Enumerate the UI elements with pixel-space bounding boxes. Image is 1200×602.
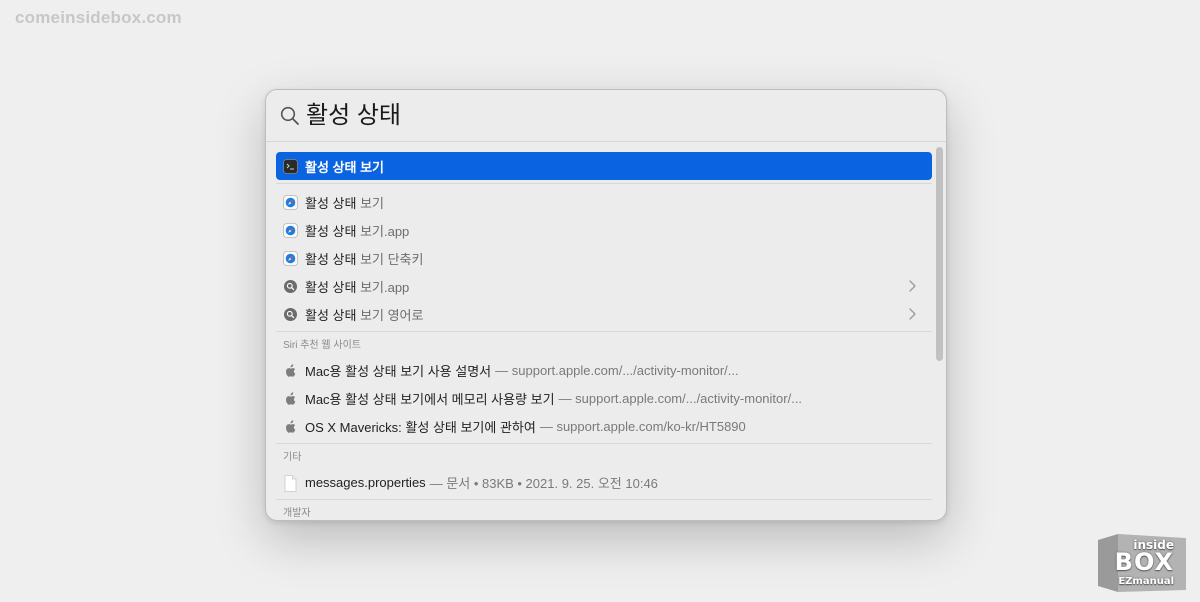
result-item-label: 활성 상태 — [305, 279, 357, 295]
result-item-label: 활성 상태 — [305, 223, 357, 239]
siri-suggestion-item-detail: — support.apple.com/.../activity-monitor… — [558, 390, 803, 406]
siri-suggestion-item-detail: — support.apple.com/ko-kr/HT5890 — [539, 418, 746, 434]
chevron-right-icon[interactable] — [908, 307, 918, 321]
siri-suggestion-item-label: Mac용 활성 상태 보기 사용 설명서 — [305, 363, 492, 379]
result-item[interactable]: 활성 상태 보기.app — [276, 216, 932, 244]
result-item-label: 활성 상태 — [305, 307, 357, 323]
divider — [276, 499, 932, 500]
document-icon — [283, 474, 298, 492]
search-input[interactable]: 활성 상태 — [306, 100, 401, 132]
file-result-item[interactable]: messages.properties — 문서 • 83KB • 2021. 9… — [276, 468, 932, 496]
result-item-label: 활성 상태 — [305, 251, 357, 267]
spotlight-window: 활성 상태 활성 상태 보기 활성 상태 보기 활성 상태 보기.app 활성 상태… — [265, 89, 947, 521]
logo-line-2: BOX — [1114, 548, 1174, 576]
scrollbar[interactable] — [936, 147, 943, 361]
insidebox-logo: inside BOX EZmanual — [1096, 532, 1188, 594]
search-bar[interactable]: 활성 상태 — [266, 90, 946, 142]
result-item[interactable]: 활성 상태 보기 — [276, 188, 932, 216]
siri-suggestion-item-label: Mac용 활성 상태 보기에서 메모리 사용량 보기 — [305, 391, 555, 407]
safari-icon — [283, 194, 298, 210]
search-icon — [280, 106, 299, 125]
logo-line-3: EZmanual — [1118, 576, 1174, 587]
results-list: 활성 상태 보기 활성 상태 보기 활성 상태 보기.app 활성 상태 보기 단축… — [276, 152, 932, 520]
result-item-suffix: 보기.app — [356, 279, 410, 295]
developer-section-title: 개발자 — [283, 508, 311, 519]
siri-suggestion-item-detail: — support.apple.com/.../activity-monitor… — [495, 362, 739, 378]
apple-icon — [283, 391, 298, 406]
result-item-suffix: 보기 단축키 — [356, 251, 424, 267]
result-item[interactable]: 활성 상태 보기 단축키 — [276, 244, 932, 272]
result-item-suffix: 보기.app — [356, 223, 410, 239]
other-section-title: 기타 — [283, 452, 302, 463]
top-hit-result[interactable]: 활성 상태 보기 — [276, 152, 932, 180]
search-suggestion-icon — [283, 307, 298, 322]
apple-icon — [283, 363, 298, 378]
safari-icon — [283, 250, 298, 266]
file-result-item-detail: — 문서 • 83KB • 2021. 9. 25. 오전 10:46 — [429, 475, 658, 491]
siri-suggestion-item[interactable]: Mac용 활성 상태 보기 사용 설명서 — support.apple.com/… — [276, 356, 932, 384]
result-item[interactable]: 활성 상태 보기 영어로 — [276, 300, 932, 328]
top-hit-label: 활성 상태 보기 — [305, 159, 384, 175]
file-result-item-label: messages.properties — [305, 474, 426, 490]
terminal-app-icon — [283, 158, 298, 174]
siri-suggestion-item[interactable]: OS X Mavericks: 활성 상태 보기에 관하여 — support.a… — [276, 412, 932, 440]
divider — [276, 331, 932, 332]
chevron-right-icon[interactable] — [908, 279, 918, 293]
siri-suggestion-item[interactable]: Mac용 활성 상태 보기에서 메모리 사용량 보기 — support.appl… — [276, 384, 932, 412]
result-item-suffix: 보기 — [356, 195, 384, 211]
result-item[interactable]: 활성 상태 보기.app — [276, 272, 932, 300]
result-item-suffix: 보기 영어로 — [356, 307, 424, 323]
divider — [276, 183, 932, 184]
divider — [276, 443, 932, 444]
safari-icon — [283, 222, 298, 238]
apple-icon — [283, 419, 298, 434]
siri-section-title: Siri 추천 웹 사이트 — [283, 340, 361, 351]
siri-suggestion-item-label: OS X Mavericks: 활성 상태 보기에 관하여 — [305, 419, 536, 435]
search-suggestion-icon — [283, 279, 298, 294]
result-item-label: 활성 상태 — [305, 195, 357, 211]
watermark-text: comeinsidebox.com — [15, 8, 182, 27]
